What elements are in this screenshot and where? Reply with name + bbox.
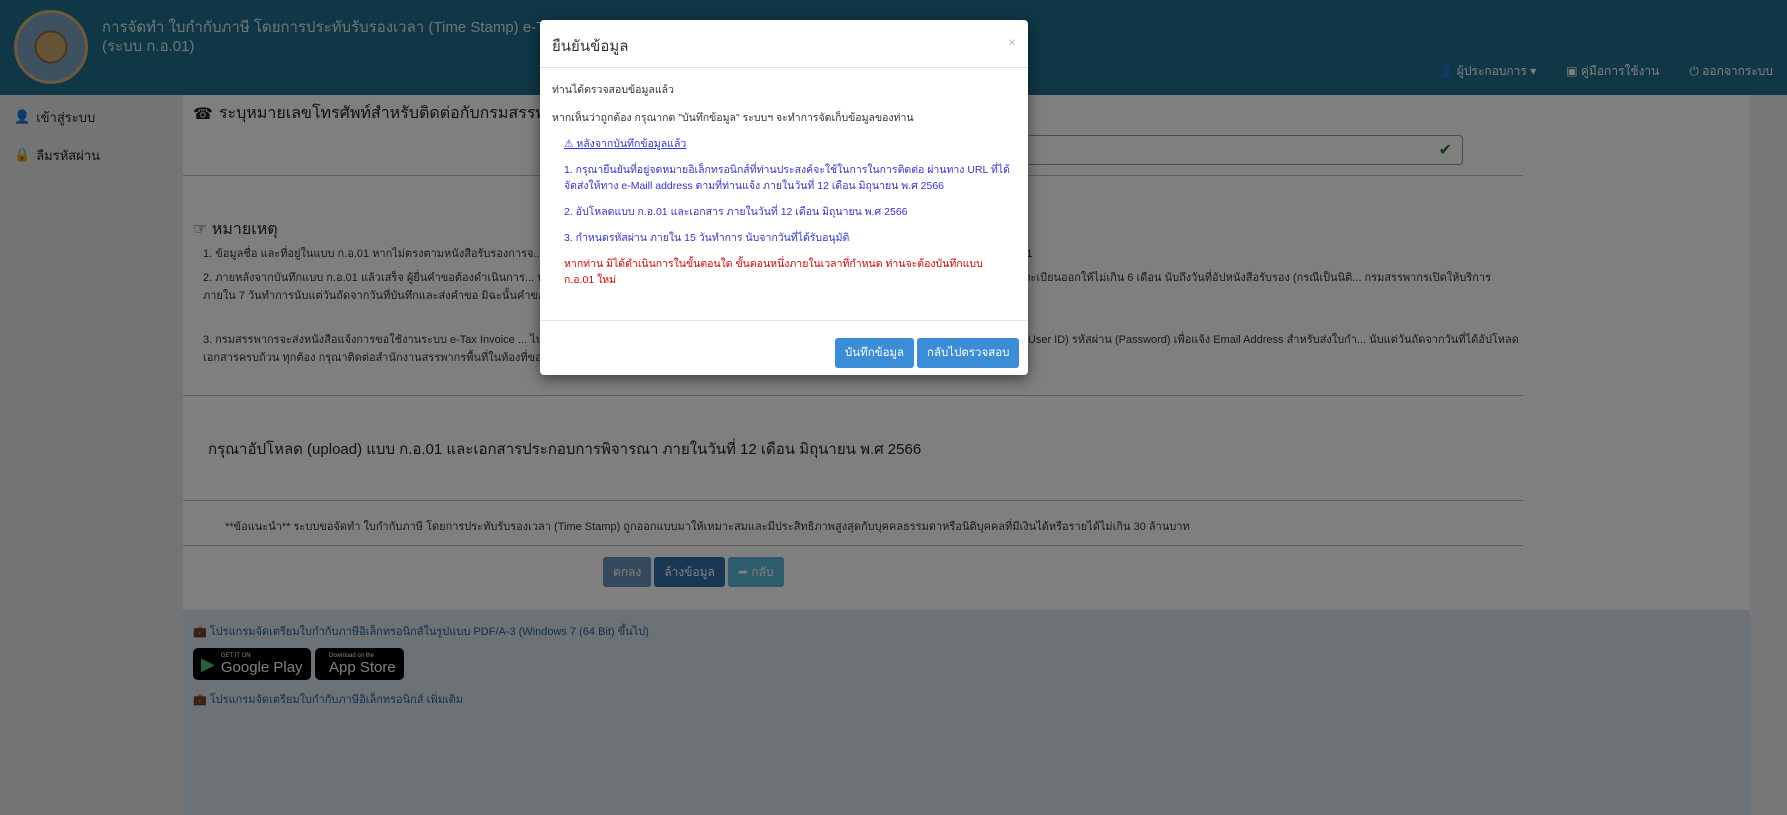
confirm-modal: ยืนยันข้อมูล × ท่านได้ตรวจสอบข้อมูลแล้ว … [540, 20, 1028, 375]
modal-step1: 1. กรุณายืนยันที่อยู่จดหมายอิเล็กทรอนิกส… [564, 164, 1010, 192]
close-icon[interactable]: × [1008, 34, 1016, 50]
modal-title: ยืนยันข้อมูล [552, 38, 629, 55]
review-button[interactable]: กลับไปตรวจสอบ [917, 338, 1020, 368]
modal-line1: ท่านได้ตรวจสอบข้อมูลแล้ว [552, 84, 674, 96]
modal-red-warning: หากท่าน มิได้ดำเนินการในขั้นตอนใด ขั้นตอ… [564, 258, 983, 286]
warning-link[interactable]: ⚠ หลังจากบันทึกข้อมูลแล้ว [564, 136, 686, 152]
modal-body: ท่านได้ตรวจสอบข้อมูลแล้ว หากเห็นว่าถูกต้… [540, 68, 1028, 321]
modal-header: ยืนยันข้อมูล × [540, 20, 1028, 68]
modal-step3: 3. กำหนดรหัสผ่าน ภายใน 15 วันทำการ นับจา… [564, 232, 850, 244]
modal-step2: 2. อัปโหลดแบบ ก.อ.01 และเอกสาร ภายในวันท… [564, 206, 908, 218]
save-button[interactable]: บันทึกข้อมูล [835, 338, 915, 368]
modal-line2: หากเห็นว่าถูกต้อง กรุณากด "บันทึกข้อมูล"… [552, 112, 914, 124]
